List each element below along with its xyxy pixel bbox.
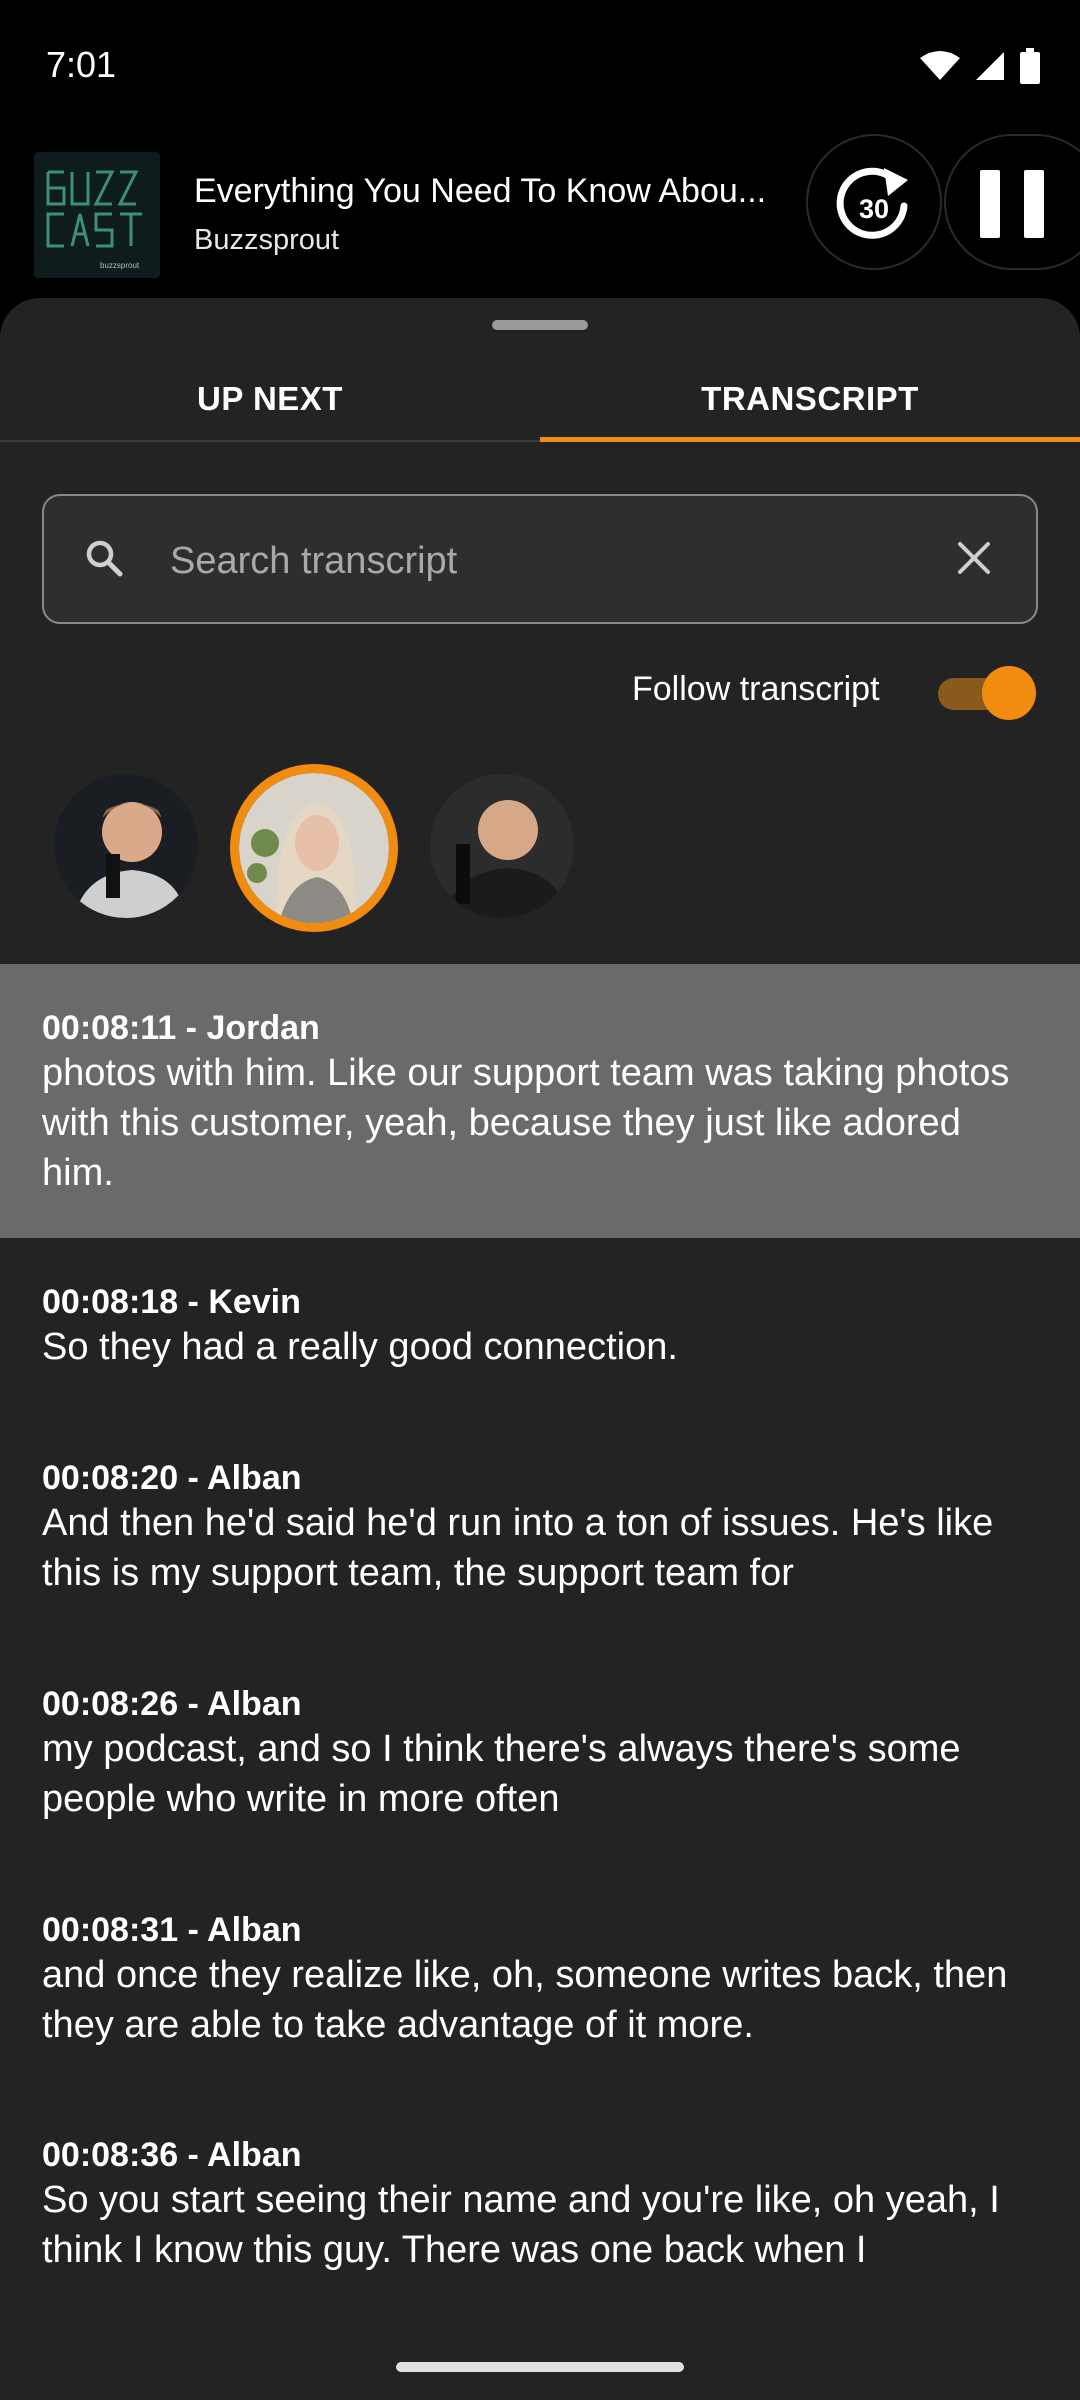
transcript-segment[interactable]: 00:08:36 - Alban So you start seeing the… [0, 2091, 1080, 2275]
pause-icon [980, 170, 1000, 238]
pause-button[interactable] [944, 134, 1080, 270]
speaker-avatar-1[interactable] [54, 774, 198, 918]
transcript-segment[interactable]: 00:08:18 - Kevin So they had a really go… [0, 1238, 1080, 1372]
tab-up-next[interactable]: UP NEXT [0, 358, 540, 440]
close-icon[interactable] [956, 540, 992, 576]
skip-forward-button[interactable]: 30 [806, 134, 942, 270]
drag-handle[interactable] [492, 320, 588, 330]
transcript-segment[interactable]: 00:08:11 - Jordan photos with him. Like … [0, 964, 1080, 1238]
tab-bar: UP NEXT TRANSCRIPT [0, 358, 1080, 442]
status-time: 7:01 [46, 44, 117, 85]
follow-transcript-toggle[interactable] [938, 666, 1036, 722]
segment-text: and once they realize like, oh, someone … [42, 1954, 1008, 2046]
segment-timestamp-speaker: 00:08:20 - Alban [42, 1459, 302, 1497]
segment-timestamp-speaker: 00:08:11 - Jordan [42, 1009, 320, 1047]
skip-seconds-label: 30 [859, 194, 889, 224]
transcript-segment[interactable]: 00:08:31 - Alban and once they realize l… [0, 1866, 1080, 2050]
episode-title[interactable]: Everything You Need To Know Abou... [194, 172, 804, 211]
pause-icon-bar [1024, 170, 1044, 238]
segment-text: So you start seeing their name and you'r… [42, 2179, 1000, 2271]
segment-timestamp-speaker: 00:08:18 - Kevin [42, 1283, 301, 1321]
speaker-avatar-2[interactable] [230, 764, 398, 932]
status-icons [920, 46, 1040, 86]
signal-icon [976, 52, 1004, 80]
battery-icon [1020, 48, 1040, 84]
wifi-icon [920, 51, 960, 80]
show-name: Buzzsprout [194, 224, 340, 256]
gesture-nav-bar[interactable] [396, 2362, 684, 2372]
speaker-avatar-3[interactable] [430, 774, 574, 918]
search-input[interactable] [168, 522, 932, 600]
segment-timestamp-speaker: 00:08:26 - Alban [42, 1685, 302, 1723]
transcript-sheet: UP NEXT TRANSCRIPT Follow transcript [0, 298, 1080, 2400]
transcript-segment[interactable]: 00:08:20 - Alban And then he'd said he'd… [0, 1414, 1080, 1598]
search-box[interactable] [42, 494, 1038, 624]
segment-text: And then he'd said he'd run into a ton o… [42, 1502, 994, 1594]
skip-forward-30-icon: 30 [836, 167, 908, 239]
segment-timestamp-speaker: 00:08:31 - Alban [42, 1911, 302, 1949]
mini-player[interactable]: buzzsprout Everything You Need To Know A… [0, 130, 1080, 300]
tab-transcript[interactable]: TRANSCRIPT [540, 358, 1080, 442]
search-icon [86, 540, 123, 577]
svg-text:buzzsprout: buzzsprout [100, 261, 140, 270]
status-bar: 7:01 [0, 0, 1080, 130]
buzzcast-artwork-icon[interactable]: buzzsprout [34, 152, 160, 278]
follow-transcript-label: Follow transcript [632, 670, 880, 708]
segment-text: photos with him. Like our support team w… [42, 1052, 1010, 1194]
segment-text: So they had a really good connection. [42, 1326, 678, 1368]
segment-text: my podcast, and so I think there's alway… [42, 1728, 961, 1820]
toggle-thumb [982, 666, 1036, 720]
transcript-segment[interactable]: 00:08:26 - Alban my podcast, and so I th… [0, 1640, 1080, 1824]
segment-timestamp-speaker: 00:08:36 - Alban [42, 2136, 302, 2174]
